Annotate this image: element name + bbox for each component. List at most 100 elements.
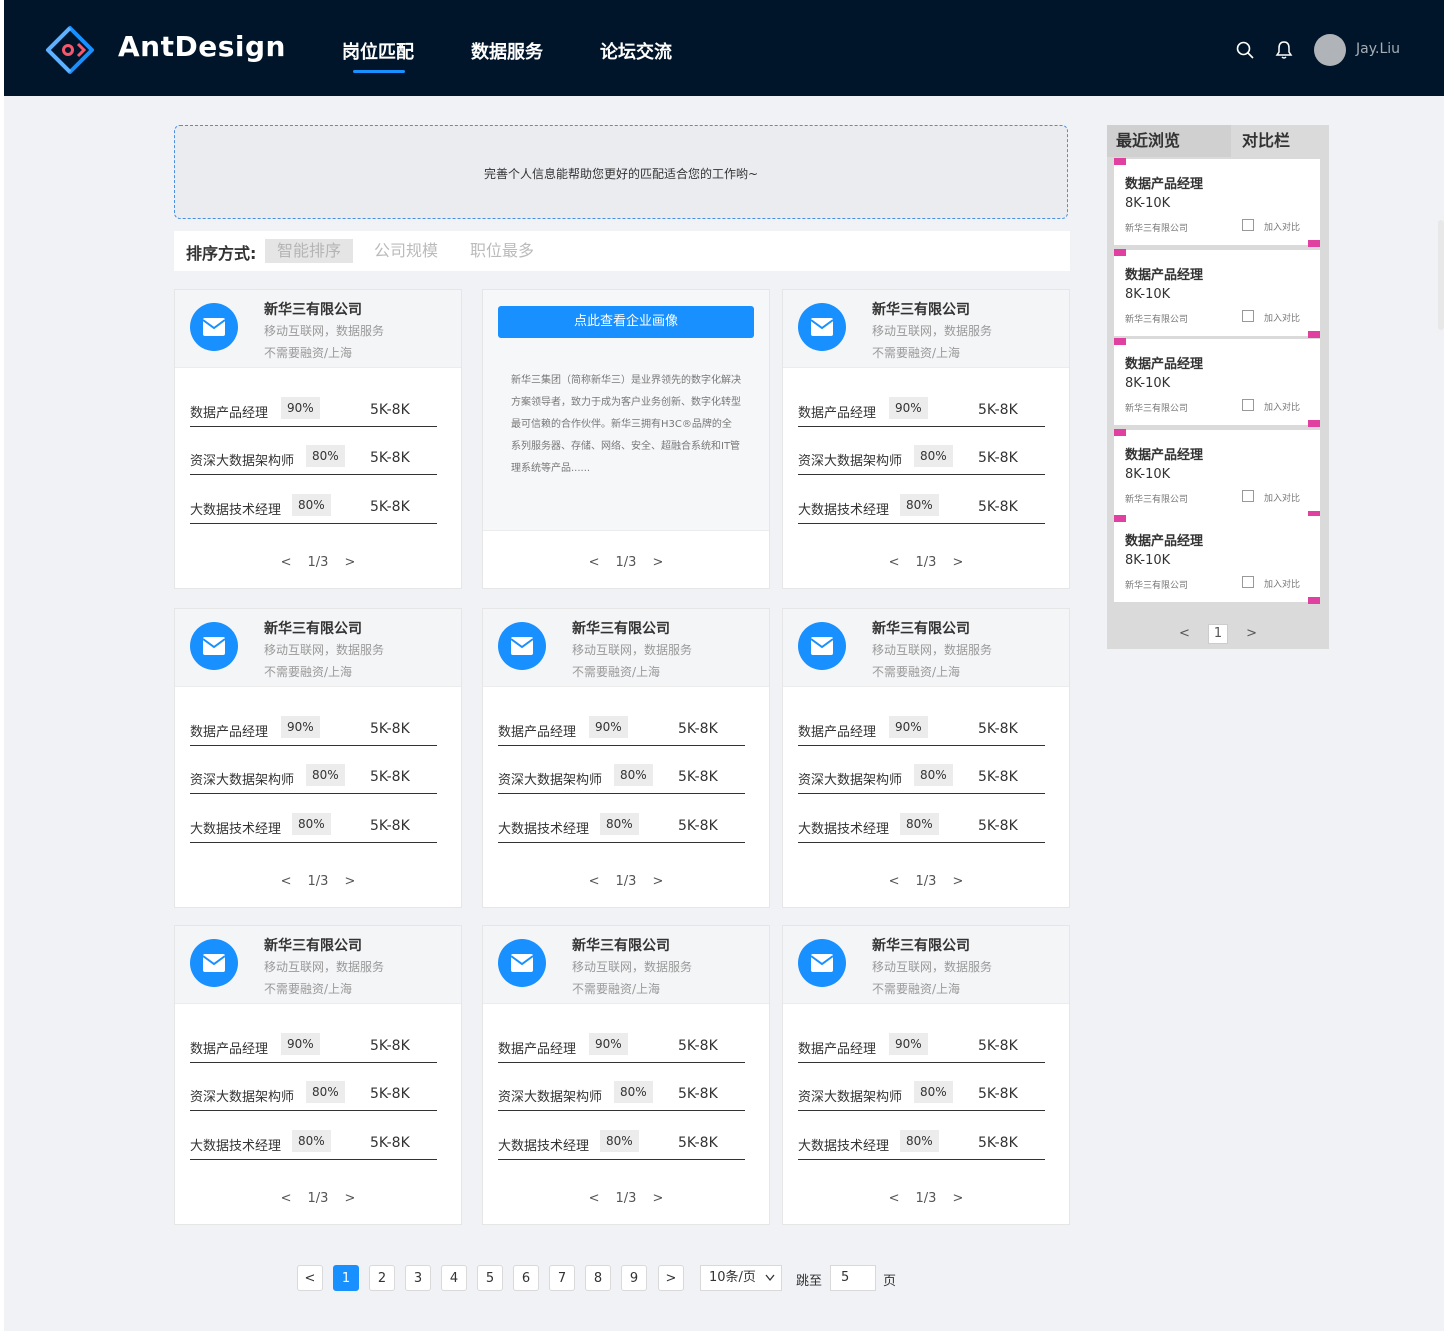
job-row[interactable]: 大数据技术经理 80% 5K-8K [498, 812, 745, 843]
company-name[interactable]: 新华三有限公司 [872, 618, 970, 638]
pagination-page[interactable]: 3 [405, 1265, 431, 1291]
job-row[interactable]: 资深大数据架构师 80% 5K-8K [798, 763, 1045, 794]
card-pager-next[interactable]: > [344, 874, 355, 889]
remove-tag[interactable] [1114, 429, 1126, 436]
company-card[interactable]: 新华三有限公司 移动互联网，数据服务 不需要融资/上海 数据产品经理 90% 5K-8K 资… [782, 925, 1070, 1225]
job-row[interactable]: 大数据技术经理 80% 5K-8K [798, 493, 1045, 524]
pagination-page[interactable]: 2 [369, 1265, 395, 1291]
compare-checkbox[interactable] [1242, 490, 1254, 502]
pagination-page[interactable]: 1 [333, 1265, 359, 1291]
company-name[interactable]: 新华三有限公司 [572, 935, 670, 955]
profile-tip-banner[interactable]: 完善个人信息能帮助您更好的匹配适合您的工作哟~ [174, 125, 1068, 219]
job-row[interactable]: 资深大数据架构师 80% 5K-8K [498, 763, 745, 794]
nav-data-service[interactable]: 数据服务 [471, 38, 543, 64]
pagination-page[interactable]: 4 [441, 1265, 467, 1291]
pagination-page[interactable]: 9 [621, 1265, 647, 1291]
compare-checkbox[interactable] [1242, 219, 1254, 231]
company-name[interactable]: 新华三有限公司 [264, 935, 362, 955]
job-row[interactable]: 资深大数据架构师 80% 5K-8K [190, 1080, 437, 1111]
job-row[interactable]: 数据产品经理 90% 5K-8K [498, 1032, 745, 1063]
sort-smart[interactable]: 智能排序 [265, 239, 354, 263]
sidebar-pager-current[interactable]: 1 [1208, 624, 1228, 644]
company-card[interactable]: 新华三有限公司 移动互联网，数据服务 不需要融资/上海 数据产品经理 90% 5K-8K 资… [174, 925, 462, 1225]
card-pager-next[interactable]: > [344, 555, 355, 570]
view-company-profile-button[interactable]: 点此查看企业画像 [498, 306, 754, 338]
job-row[interactable]: 资深大数据架构师 80% 5K-8K [190, 763, 437, 794]
search-icon[interactable] [1235, 40, 1255, 60]
nav-forum[interactable]: 论坛交流 [600, 38, 672, 64]
job-row[interactable]: 数据产品经理 90% 5K-8K [798, 715, 1045, 746]
job-row[interactable]: 数据产品经理 90% 5K-8K [798, 1032, 1045, 1063]
avatar[interactable] [1314, 34, 1346, 66]
company-card[interactable]: 新华三有限公司 移动互联网，数据服务 不需要融资/上海 数据产品经理 90% 5K-8K 资… [174, 289, 462, 589]
card-pager-next[interactable]: > [652, 1191, 663, 1206]
sidebar-pager-next[interactable]: > [1246, 626, 1257, 641]
company-card[interactable]: 新华三有限公司 移动互联网，数据服务 不需要融资/上海 数据产品经理 90% 5K-8K 资… [174, 608, 462, 908]
pagination-prev[interactable]: < [297, 1265, 323, 1291]
username[interactable]: Jay.Liu [1356, 41, 1400, 57]
job-row[interactable]: 数据产品经理 90% 5K-8K [798, 396, 1045, 427]
card-pager-next[interactable]: > [952, 1191, 963, 1206]
remove-tag[interactable] [1114, 515, 1126, 522]
company-name[interactable]: 新华三有限公司 [872, 935, 970, 955]
job-row[interactable]: 资深大数据架构师 80% 5K-8K [498, 1080, 745, 1111]
company-name[interactable]: 新华三有限公司 [572, 618, 670, 638]
pagination-page[interactable]: 5 [477, 1265, 503, 1291]
recent-item[interactable]: 数据产品经理 8K-10K 新华三有限公司 加入对比 [1114, 249, 1320, 338]
company-card[interactable]: 新华三有限公司 移动互联网，数据服务 不需要融资/上海 数据产品经理 90% 5K-8K 资… [782, 608, 1070, 908]
sidebar-pager-prev[interactable]: < [1179, 626, 1190, 641]
recent-item[interactable]: 数据产品经理 8K-10K 新华三有限公司 加入对比 [1114, 338, 1320, 427]
tab-recent[interactable]: 最近浏览 [1107, 125, 1231, 157]
remove-tag[interactable] [1114, 249, 1126, 256]
card-pager-next[interactable]: > [652, 555, 663, 570]
card-pager-next[interactable]: > [652, 874, 663, 889]
remove-tag[interactable] [1114, 158, 1126, 165]
compare-checkbox[interactable] [1242, 399, 1254, 411]
job-row[interactable]: 数据产品经理 90% 5K-8K [190, 1032, 437, 1063]
job-row[interactable]: 大数据技术经理 80% 5K-8K [190, 493, 437, 524]
nav-job-match[interactable]: 岗位匹配 [342, 38, 414, 64]
antdesign-logo[interactable] [44, 24, 96, 76]
job-row[interactable]: 资深大数据架构师 80% 5K-8K [798, 444, 1045, 475]
remove-tag[interactable] [1114, 338, 1126, 345]
page-size-select[interactable]: 10条/页 [700, 1265, 782, 1291]
job-row[interactable]: 大数据技术经理 80% 5K-8K [498, 1129, 745, 1160]
job-row[interactable]: 大数据技术经理 80% 5K-8K [190, 812, 437, 843]
bell-icon[interactable] [1274, 40, 1294, 60]
card-pager-prev[interactable]: < [889, 1191, 900, 1206]
job-row[interactable]: 大数据技术经理 80% 5K-8K [798, 812, 1045, 843]
job-row[interactable]: 数据产品经理 90% 5K-8K [190, 396, 437, 427]
compare-checkbox[interactable] [1242, 576, 1254, 588]
pagination-next[interactable]: > [658, 1265, 684, 1291]
scrollbar[interactable] [1438, 220, 1444, 330]
card-pager-next[interactable]: > [952, 874, 963, 889]
compare-checkbox[interactable] [1242, 310, 1254, 322]
card-pager-prev[interactable]: < [281, 874, 292, 889]
company-name[interactable]: 新华三有限公司 [264, 618, 362, 638]
job-row[interactable]: 大数据技术经理 80% 5K-8K [190, 1129, 437, 1160]
pagination-page[interactable]: 6 [513, 1265, 539, 1291]
card-pager-prev[interactable]: < [281, 555, 292, 570]
sort-most-jobs[interactable]: 职位最多 [458, 239, 546, 263]
recent-item[interactable]: 数据产品经理 8K-10K 新华三有限公司 加入对比 [1114, 429, 1320, 518]
card-pager-next[interactable]: > [344, 1191, 355, 1206]
job-row[interactable]: 大数据技术经理 80% 5K-8K [798, 1129, 1045, 1160]
recent-item[interactable]: 数据产品经理 8K-10K 新华三有限公司 加入对比 [1114, 515, 1320, 604]
job-row[interactable]: 数据产品经理 90% 5K-8K [190, 715, 437, 746]
company-card[interactable]: 新华三有限公司 移动互联网，数据服务 不需要融资/上海 数据产品经理 90% 5K-8K 资… [482, 925, 770, 1225]
job-row[interactable]: 资深大数据架构师 80% 5K-8K [798, 1080, 1045, 1111]
card-pager-prev[interactable]: < [589, 1191, 600, 1206]
company-card[interactable]: 新华三有限公司 移动互联网，数据服务 不需要融资/上海 数据产品经理 90% 5K-8K 资… [482, 608, 770, 908]
job-row[interactable]: 数据产品经理 90% 5K-8K [498, 715, 745, 746]
card-pager-prev[interactable]: < [589, 874, 600, 889]
tab-compare[interactable]: 对比栏 [1242, 125, 1290, 157]
job-row[interactable]: 资深大数据架构师 80% 5K-8K [190, 444, 437, 475]
company-card[interactable]: 新华三有限公司 移动互联网，数据服务 不需要融资/上海 数据产品经理 90% 5K-8K 资… [782, 289, 1070, 589]
recent-item[interactable]: 数据产品经理 8K-10K 新华三有限公司 加入对比 [1114, 158, 1320, 247]
sort-company-size[interactable]: 公司规模 [362, 239, 450, 263]
company-name[interactable]: 新华三有限公司 [264, 299, 362, 319]
card-pager-prev[interactable]: < [281, 1191, 292, 1206]
card-pager-next[interactable]: > [952, 555, 963, 570]
goto-page-input[interactable]: 5 [830, 1265, 876, 1291]
card-pager-prev[interactable]: < [889, 874, 900, 889]
